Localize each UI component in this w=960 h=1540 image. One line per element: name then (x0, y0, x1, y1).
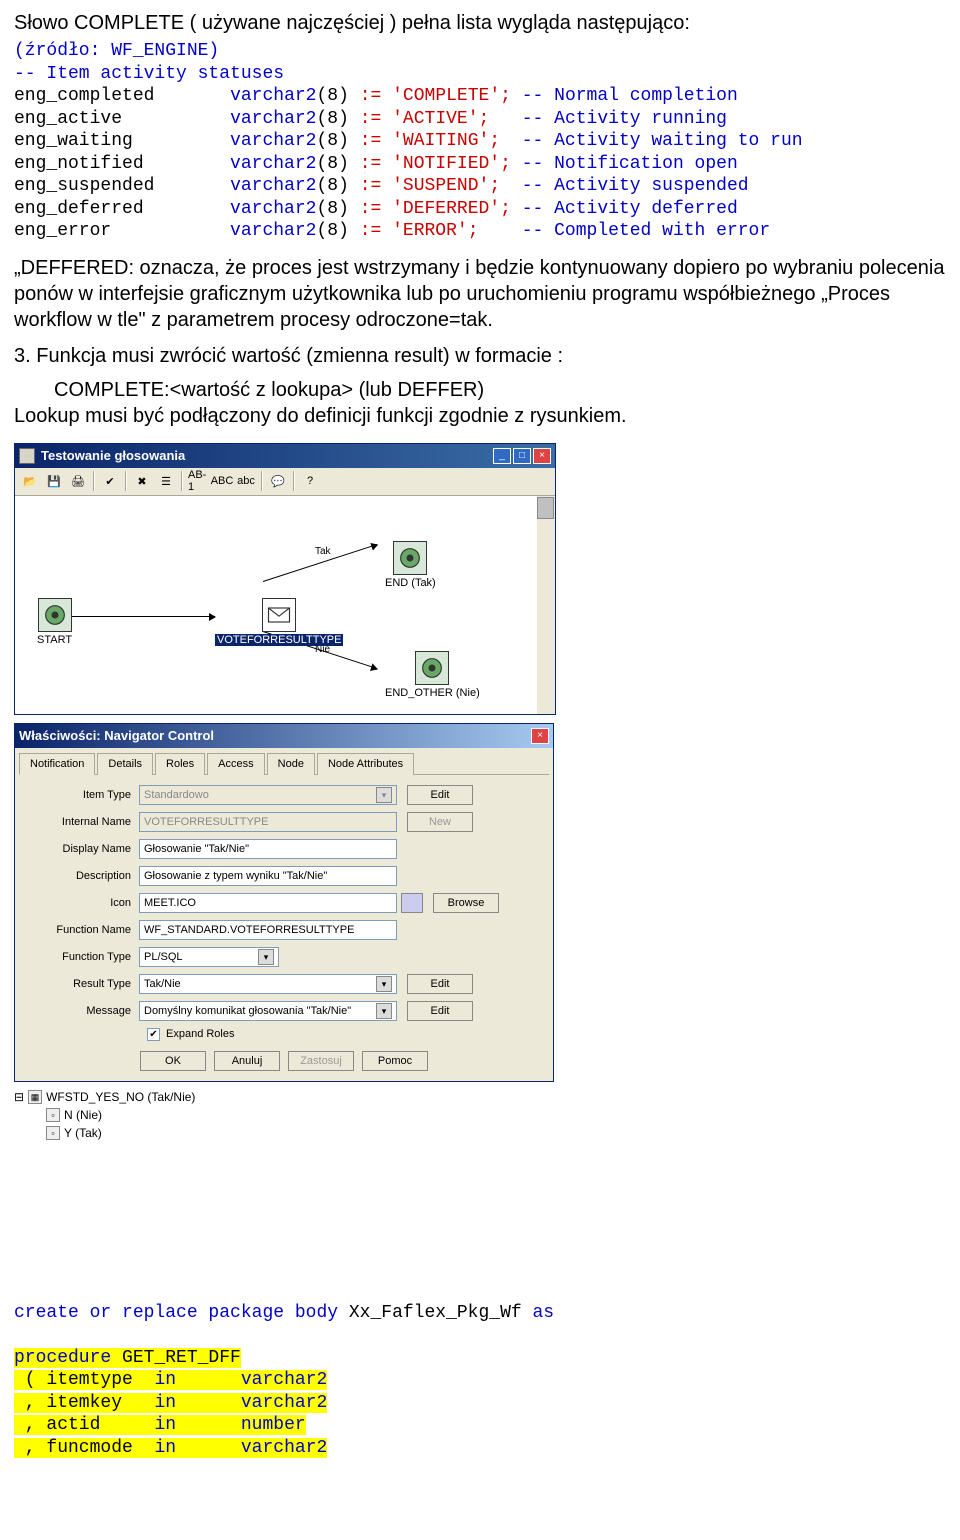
tab-notification[interactable]: Notification (19, 753, 95, 775)
cancel-button[interactable]: Anuluj (214, 1051, 280, 1071)
lbl-ftype: Function Type (29, 951, 139, 963)
node-start[interactable]: START (35, 598, 74, 646)
tree-leaf-icon: ▫ (46, 1126, 60, 1140)
props-icon[interactable]: ☰ (155, 470, 177, 492)
abc-icon[interactable]: ABC (211, 470, 233, 492)
app-icon (19, 448, 35, 464)
code-block-2: create or replace package body Xx_Faflex… (14, 1302, 946, 1460)
open-icon[interactable]: 📂 (19, 470, 41, 492)
tab-node[interactable]: Node (267, 753, 315, 775)
apply-button: Zastosuj (288, 1051, 354, 1071)
input-rtype[interactable]: Tak/Nie▾ (139, 974, 397, 994)
tree-folder-icon: ▦ (28, 1090, 42, 1104)
node-endother-label: END_OTHER (Nie) (383, 687, 482, 699)
help-icon[interactable]: ? (299, 470, 321, 492)
tree-minus-icon[interactable]: ⊟ (14, 1088, 24, 1106)
envelope-icon (262, 598, 296, 632)
paragraph-deferred: „DEFFERED: oznacza, że proces jest wstrz… (14, 255, 946, 333)
input-desc[interactable]: Głosowanie z typem wyniku "Tak/Nie" (139, 866, 397, 886)
tree-node-y[interactable]: Y (Tak) (64, 1124, 102, 1142)
maximize-button[interactable]: □ (513, 448, 531, 464)
code-block-1: (źródło: WF_ENGINE) -- Item activity sta… (14, 40, 946, 243)
node-endother[interactable]: END_OTHER (Nie) (383, 651, 482, 699)
edit-button-3[interactable]: Edit (407, 1001, 473, 1021)
delete-icon[interactable]: ✖ (131, 470, 153, 492)
lbl-rtype: Result Type (29, 978, 139, 990)
tabs: Notification Details Roles Access Node N… (19, 752, 549, 775)
label-tak: Tak (315, 546, 331, 557)
ok-button[interactable]: OK (140, 1051, 206, 1071)
toolbar: 📂 💾 🖨 ✔ ✖ ☰ AB-1 ABC abc 💬 ? (15, 468, 555, 496)
tab-details[interactable]: Details (97, 753, 153, 775)
input-msg[interactable]: Domyślny komunikat głosowania "Tak/Nie"▾ (139, 1001, 397, 1021)
close-button[interactable]: × (533, 448, 551, 464)
lbl-desc: Description (29, 870, 139, 882)
lbl-msg: Message (29, 1005, 139, 1017)
print-icon[interactable]: 🖨 (67, 470, 89, 492)
properties-dialog: Właściwości: Navigator Control × Notific… (14, 723, 554, 1082)
tab-roles[interactable]: Roles (155, 753, 205, 775)
node-start-label: START (35, 634, 74, 646)
workflow-window: Testowanie głosowania _ □ × 📂 💾 🖨 ✔ ✖ ☰ … (14, 443, 556, 715)
tree-node-n[interactable]: N (Nie) (64, 1106, 102, 1124)
node-vote-label: VOTEFORRESULTTYPE (215, 634, 343, 646)
tab-access[interactable]: Access (207, 753, 264, 775)
paragraph-3b: COMPLETE:<wartość z lookupa> (lub DEFFER… (54, 377, 946, 403)
edit-button-2[interactable]: Edit (407, 974, 473, 994)
input-fname[interactable]: WF_STANDARD.VOTEFORRESULTTYPE (139, 920, 397, 940)
expand-roles-checkbox[interactable]: ✔ (147, 1028, 160, 1041)
input-internal: VOTEFORRESULTTYPE (139, 812, 397, 832)
node-end-label: END (Tak) (383, 577, 438, 589)
lbl-expand: Expand Roles (166, 1028, 235, 1040)
abc2-icon[interactable]: abc (235, 470, 257, 492)
gear-icon (415, 651, 449, 685)
lbl-fname: Function Name (29, 924, 139, 936)
balloon-icon[interactable]: 💬 (267, 470, 289, 492)
icon-preview (401, 893, 423, 913)
dialog-title: Właściwości: Navigator Control (19, 728, 214, 743)
gear-icon (38, 598, 72, 632)
chevron-down-icon: ▾ (376, 787, 392, 803)
new-button: New (407, 812, 473, 832)
minimize-button[interactable]: _ (493, 448, 511, 464)
edit-button[interactable]: Edit (407, 785, 473, 805)
lbl-icon: Icon (29, 897, 139, 909)
save-icon[interactable]: 💾 (43, 470, 65, 492)
chevron-down-icon[interactable]: ▾ (258, 949, 274, 965)
paragraph-3c: Lookup musi być podłączony do definicji … (14, 403, 946, 429)
node-vote[interactable]: VOTEFORRESULTTYPE (215, 598, 343, 646)
workflow-canvas[interactable]: Tak Nie START VOTEFORRESULTTYPE END (Tak… (15, 496, 555, 714)
arrow-start-vote (65, 616, 215, 617)
help-button[interactable]: Pomoc (362, 1051, 428, 1071)
lookup-tree: ⊟ ▦ WFSTD_YES_NO (Tak/Nie) ▫ N (Nie) ▫ Y (Ta… (14, 1088, 946, 1142)
paragraph-3: 3. Funkcja musi zwrócić wartość (zmienna… (14, 343, 946, 369)
tree-node-root[interactable]: WFSTD_YES_NO (Tak/Nie) (46, 1088, 195, 1106)
node-end[interactable]: END (Tak) (383, 541, 438, 589)
ab1-icon[interactable]: AB-1 (187, 470, 209, 492)
lbl-itemtype: Item Type (29, 789, 139, 801)
lbl-internal: Internal Name (29, 816, 139, 828)
chevron-down-icon[interactable]: ▾ (376, 1003, 392, 1019)
input-ftype[interactable]: PL/SQL▾ (139, 947, 279, 967)
browse-button[interactable]: Browse (433, 893, 499, 913)
intro-line1: Słowo COMPLETE ( używane najczęściej ) p… (14, 10, 946, 36)
chevron-down-icon[interactable]: ▾ (376, 976, 392, 992)
tab-node-attributes[interactable]: Node Attributes (317, 753, 414, 775)
input-itemtype: Standardowo▾ (139, 785, 397, 805)
input-icon[interactable]: MEET.ICO (139, 893, 397, 913)
tree-leaf-icon: ▫ (46, 1108, 60, 1122)
dialog-close-button[interactable]: × (531, 728, 549, 744)
input-display[interactable]: Głosowanie "Tak/Nie" (139, 839, 397, 859)
window-title: Testowanie głosowania (41, 448, 185, 463)
lbl-display: Display Name (29, 843, 139, 855)
gear-icon (393, 541, 427, 575)
verify-icon[interactable]: ✔ (99, 470, 121, 492)
